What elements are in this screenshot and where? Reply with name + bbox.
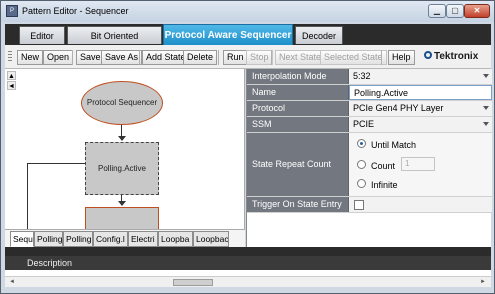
window-title: Pattern Editor - Sequencer <box>22 6 129 16</box>
description-header: Description <box>5 256 491 270</box>
toolbar: New Open Save Save As Add State Delete R… <box>5 45 491 69</box>
open-button[interactable]: Open <box>43 50 74 65</box>
toolbar-separator <box>271 50 272 65</box>
infinite-label: Infinite <box>371 180 398 190</box>
scroll-left-icon[interactable]: ◄ <box>7 81 16 90</box>
toolbar-separator <box>72 50 73 65</box>
next-state-button[interactable]: Next State <box>275 50 326 65</box>
state-node-polling-active[interactable]: Polling.Active <box>85 142 159 195</box>
sequence-canvas[interactable]: ▲ ◄ Protocol Sequencer Polling.Active <box>5 69 245 229</box>
brand-logo: Tektronix <box>434 51 479 62</box>
tab-protocol-aware-sequencer[interactable]: Protocol Aware Sequencer <box>163 24 293 45</box>
count-label: Count <box>371 161 396 171</box>
stop-button[interactable]: Stop <box>246 50 273 65</box>
property-row: Protocol PCIe Gen4 PHY Layer (128b/130b) <box>247 101 492 128</box>
trigger-on-state-entry-label: Trigger On State Entry <box>247 197 349 212</box>
ssm-label: SSM <box>247 117 349 132</box>
minimize-button[interactable]: ▁ <box>428 4 446 18</box>
interpolation-mode-select[interactable]: 5:32 <box>349 69 492 84</box>
protocol-label: Protocol <box>247 101 349 116</box>
loop-transition-line <box>27 163 28 229</box>
state-tab-loopback[interactable]: Loopba <box>158 231 193 247</box>
toolbar-separator <box>218 50 219 65</box>
tektronix-logo-icon <box>424 51 432 59</box>
interpolation-mode-value: 5:32 <box>353 71 371 81</box>
close-button[interactable]: ✕ <box>464 4 490 18</box>
chevron-down-icon[interactable] <box>483 74 489 78</box>
state-tab-sequencer[interactable]: Seque <box>10 231 34 247</box>
main-tab-bar: Editor Bit Oriented Sequencer Protocol A… <box>5 24 491 59</box>
property-row: Interpolation Mode 5:32 <box>247 69 492 85</box>
property-row: State Repeat Count Until Match Count 1 I… <box>247 133 492 197</box>
delete-button[interactable]: Delete <box>183 50 218 65</box>
property-row: SSM PCIE <box>247 117 492 133</box>
run-button[interactable]: Run <box>223 50 248 65</box>
toolbar-separator <box>139 50 140 65</box>
toolbar-grip[interactable] <box>8 51 12 63</box>
ssm-value: PCIE <box>353 119 375 129</box>
save-as-button[interactable]: Save As <box>101 50 143 65</box>
state-tab-loopback[interactable]: Loopbac <box>193 231 229 247</box>
name-field[interactable]: Polling.Active <box>349 85 492 100</box>
infinite-radio[interactable] <box>357 179 366 188</box>
property-row: Name Polling.Active <box>247 85 492 101</box>
start-node[interactable]: Protocol Sequencer <box>81 81 163 125</box>
horizontal-scrollbar[interactable]: ◄ ► <box>5 276 491 287</box>
count-input[interactable]: 1 <box>401 157 435 171</box>
help-button[interactable]: Help <box>388 50 415 65</box>
scrollbar-thumb[interactable] <box>173 279 213 286</box>
state-tab-config[interactable]: Config.l <box>93 231 128 247</box>
chevron-down-icon[interactable] <box>483 122 489 126</box>
selected-state-button[interactable]: Selected State <box>320 50 387 65</box>
tab-editor[interactable]: Editor <box>19 26 65 44</box>
count-radio[interactable] <box>357 160 366 169</box>
title-bar: P Pattern Editor - Sequencer ▁ ▢ ✕ <box>1 1 494 22</box>
toolbar-separator <box>381 50 382 65</box>
chevron-down-icon[interactable] <box>483 106 489 110</box>
trigger-on-state-entry-cell <box>349 197 492 212</box>
scroll-up-icon[interactable]: ▲ <box>7 71 16 80</box>
properties-grid: Interpolation Mode 5:32 Name Polling.Act… <box>246 69 492 247</box>
arrow-head-icon <box>118 201 126 206</box>
state-node-next[interactable] <box>85 207 159 229</box>
tab-decoder[interactable]: Decoder <box>295 26 343 44</box>
protocol-select[interactable]: PCIe Gen4 PHY Layer (128b/130b) <box>349 101 492 128</box>
canvas-scroll-controls: ▲ ◄ <box>7 71 21 101</box>
pattern-editor-window: P Pattern Editor - Sequencer ▁ ▢ ✕ Edito… <box>0 0 495 294</box>
loop-transition-line <box>27 163 85 164</box>
until-match-radio[interactable] <box>357 139 366 148</box>
state-tab-polling[interactable]: Polling <box>63 231 93 247</box>
ssm-select[interactable]: PCIE <box>349 117 492 132</box>
maximize-button[interactable]: ▢ <box>446 4 464 18</box>
arrow-head-icon <box>118 136 126 141</box>
scroll-right-icon[interactable]: ► <box>478 278 488 287</box>
new-button[interactable]: New <box>17 50 44 65</box>
interpolation-mode-label: Interpolation Mode <box>247 69 349 84</box>
state-repeat-options: Until Match Count 1 Infinite <box>349 133 492 196</box>
state-tabs: Seque Polling Polling Config.l Electri L… <box>5 229 245 247</box>
description-splitter[interactable] <box>5 247 491 256</box>
app-icon: P <box>6 5 18 17</box>
property-row: Trigger On State Entry <box>247 197 492 213</box>
state-tab-polling[interactable]: Polling <box>34 231 63 247</box>
until-match-label: Until Match <box>371 140 417 150</box>
scroll-left-icon[interactable]: ◄ <box>7 278 17 287</box>
tab-bit-oriented-sequencer[interactable]: Bit Oriented Sequencer <box>67 26 162 59</box>
name-label: Name <box>247 85 349 100</box>
state-tab-electrical[interactable]: Electri <box>128 231 158 247</box>
state-repeat-count-label: State Repeat Count <box>247 133 349 196</box>
trigger-on-state-entry-checkbox[interactable] <box>354 200 364 210</box>
